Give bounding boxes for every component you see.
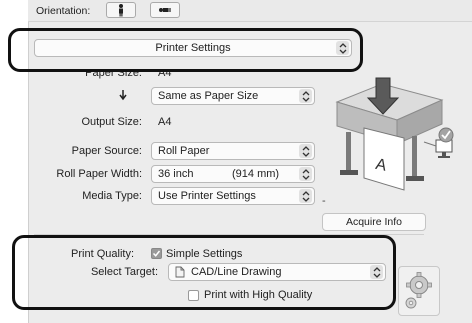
media-type-value: Use Printer Settings [158,190,256,202]
roll-paper-width-mm: (914 mm) [232,168,280,180]
updown-arrows-icon [299,167,312,181]
output-size-value: A4 [158,116,172,128]
acquire-info-label: Acquire Info [345,216,403,228]
updown-arrows-icon [299,89,312,103]
gear-icon [405,272,432,309]
orientation-label: Orientation: [36,5,91,17]
updown-arrows-icon [299,144,312,158]
roll-paper-width-label: Roll Paper Width: [56,168,142,180]
portrait-orientation-button[interactable] [106,2,136,18]
roll-paper-width-popup[interactable]: 36 inch (914 mm) [151,165,315,183]
down-arrow-icon [118,89,128,104]
orientation-bar [28,0,472,22]
output-size-mode-popup[interactable]: Same as Paper Size [151,87,315,105]
separator-dash: - [322,195,326,207]
updown-arrows-icon [299,189,312,203]
landscape-orientation-icon [159,8,171,12]
output-size-mode-value: Same as Paper Size [158,90,259,102]
media-type-label: Media Type: [82,190,142,202]
printer-illustration: A [332,72,467,200]
paper-source-value: Roll Paper [158,145,210,157]
quality-options-button[interactable] [398,266,440,316]
output-size-label: Output Size: [81,116,142,128]
print-quality-highlight [12,235,396,310]
acquire-info-button[interactable]: Acquire Info [322,213,426,231]
portrait-orientation-icon [119,4,123,17]
roll-paper-width-value: 36 inch [158,168,194,180]
printer-settings-highlight [8,28,363,72]
media-type-popup[interactable]: Use Printer Settings [151,187,315,205]
paper-source-popup[interactable]: Roll Paper [151,142,315,160]
landscape-orientation-button[interactable] [150,2,180,18]
paper-source-label: Paper Source: [71,145,142,157]
